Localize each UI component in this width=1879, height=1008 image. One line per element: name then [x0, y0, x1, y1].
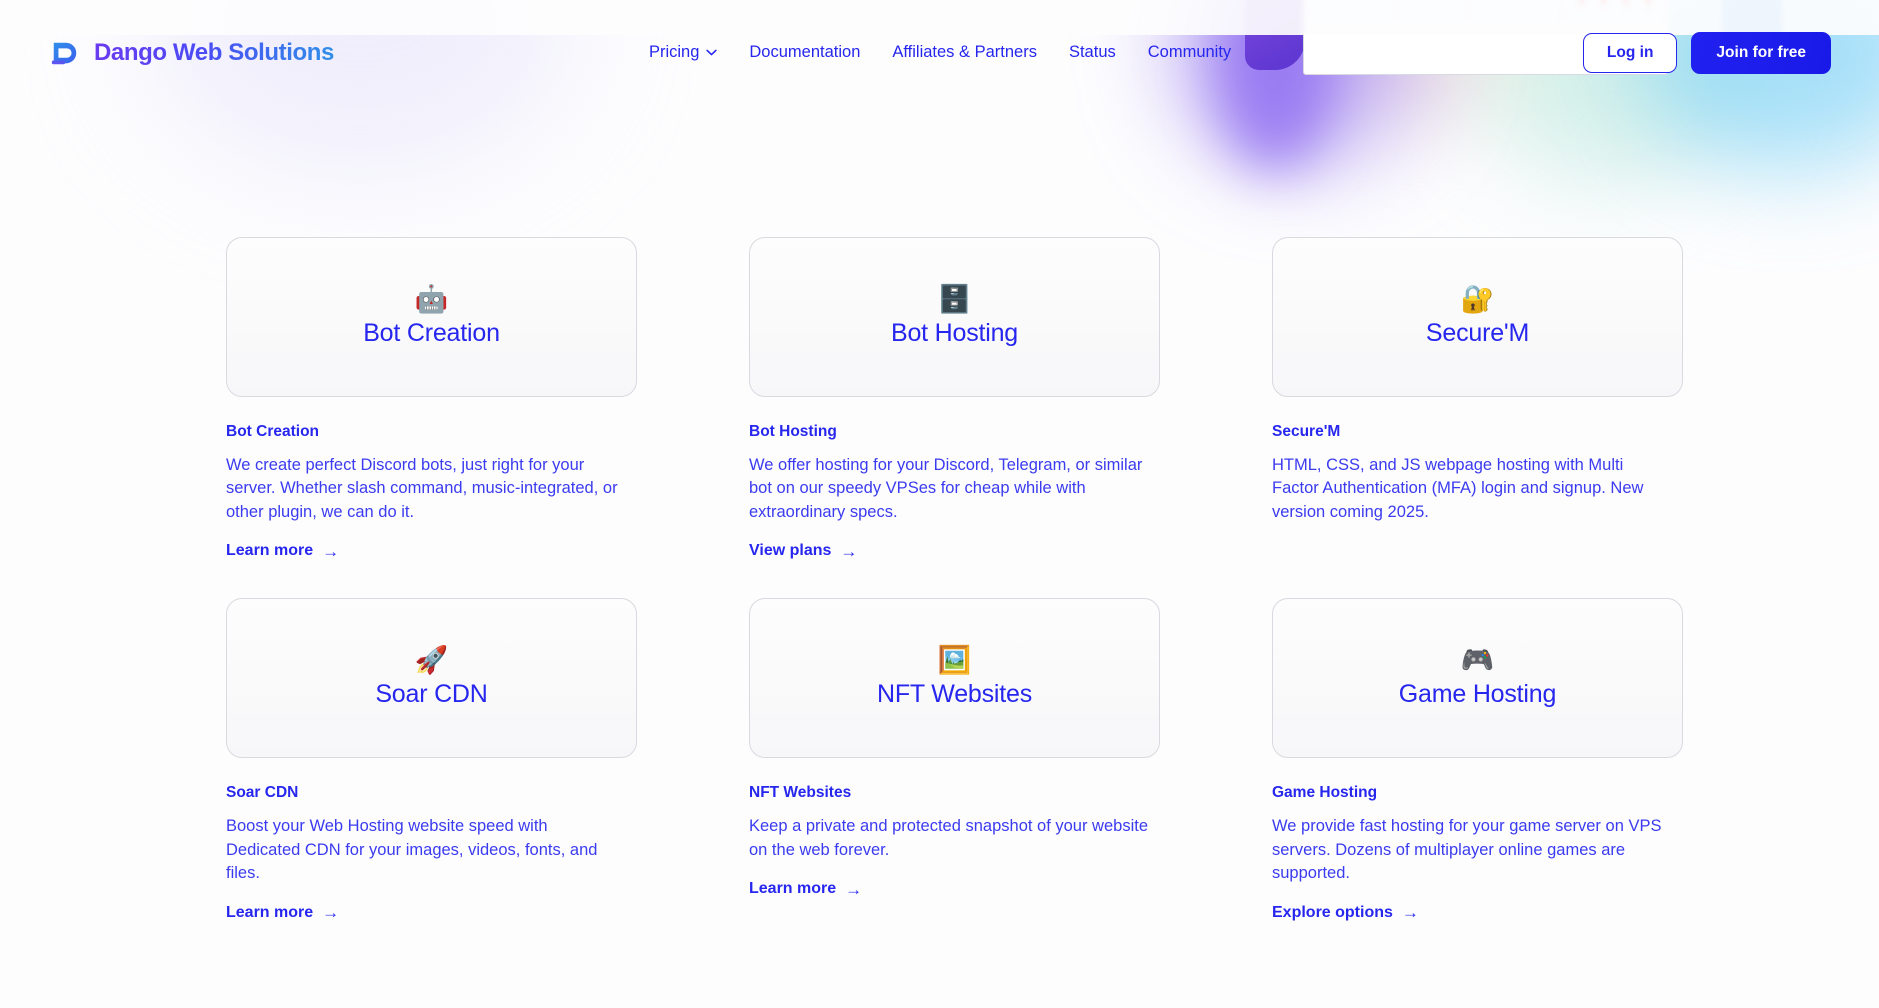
feature-card-nft-websites: 🖼️ NFT Websites NFT Websites Keep a priv…: [749, 598, 1160, 921]
arrow-right-icon: →: [322, 541, 340, 561]
feature-link-label: Learn more: [749, 880, 837, 898]
dango-logo-icon: [51, 42, 77, 64]
feature-label: Soar CDN: [226, 784, 299, 802]
feature-label: Game Hosting: [1272, 784, 1378, 802]
feature-preview[interactable]: 🔐 Secure'M: [1272, 237, 1683, 397]
nav-item-status[interactable]: Status: [1069, 43, 1116, 62]
brand-name: Dango Web Solutions: [94, 38, 334, 66]
nav-item-label: Pricing: [648, 43, 700, 61]
nav-item-documentation[interactable]: Documentation: [749, 43, 860, 62]
feature-preview[interactable]: 🚀 Soar CDN: [226, 598, 637, 759]
brand-logo[interactable]: Dango Web Solutions: [50, 38, 334, 68]
feature-preview[interactable]: 🎮 Game Hosting: [1272, 598, 1683, 759]
feature-card-securem: 🔐 Secure'M Secure'M HTML, CSS, and JS we…: [1272, 237, 1683, 560]
framed-picture-icon: 🖼️: [937, 645, 972, 676]
join-for-free-button[interactable]: Join for free: [1691, 31, 1831, 74]
feature-link-label: Learn more: [226, 903, 314, 921]
feature-description: Keep a private and protected snapshot of…: [749, 817, 1149, 859]
feature-preview-title: Bot Hosting: [890, 319, 1019, 347]
primary-nav: Pricing Documentation Affiliates & Partn…: [649, 43, 1231, 62]
feature-preview-title: Bot Creation: [363, 319, 500, 347]
feature-label: Bot Hosting: [749, 423, 837, 440]
feature-preview[interactable]: 🗄️ Bot Hosting: [749, 237, 1160, 397]
feature-link-label: View plans: [749, 542, 832, 560]
feature-description: HTML, CSS, and JS webpage hosting with M…: [1272, 456, 1644, 521]
nav-item-label: Affiliates & Partners: [892, 43, 1037, 61]
nav-item-affiliates-partners[interactable]: Affiliates & Partners: [892, 43, 1037, 62]
feature-preview-title: Soar CDN: [375, 680, 488, 709]
nav-item-label: Community: [1147, 43, 1232, 61]
feature-description: We offer hosting for your Discord, Teleg…: [749, 456, 1143, 521]
feature-card-game-hosting: 🎮 Game Hosting Game Hosting We provide f…: [1272, 598, 1683, 921]
feature-description: Boost your Web Hosting website speed wit…: [226, 817, 598, 883]
arrow-right-icon: →: [322, 903, 340, 923]
feature-link-label: Learn more: [226, 542, 314, 560]
feature-label: NFT Websites: [749, 784, 852, 802]
header-actions: Log in Join for free: [1582, 31, 1831, 74]
robot-icon: 🤖: [414, 284, 449, 314]
file-cabinet-icon: 🗄️: [937, 284, 972, 314]
feature-link-label: Explore options: [1272, 903, 1393, 921]
video-game-controller-icon: 🎮: [1460, 645, 1495, 676]
arrow-right-icon: →: [840, 541, 858, 561]
nav-item-community[interactable]: Community: [1148, 43, 1231, 62]
feature-description: We create perfect Discord bots, just rig…: [226, 456, 618, 521]
nav-item-pricing[interactable]: Pricing: [648, 43, 718, 62]
arrow-right-icon: →: [845, 879, 863, 899]
feature-link[interactable]: Learn more →: [226, 542, 339, 560]
feature-preview-title: Game Hosting: [1398, 680, 1557, 709]
feature-preview-title: NFT Websites: [876, 680, 1033, 709]
feature-description: We provide fast hosting for your game se…: [1272, 817, 1662, 883]
features-grid: 🤖 Bot Creation Bot Creation We create pe…: [226, 237, 1683, 922]
nav-item-label: Documentation: [749, 43, 861, 61]
feature-link[interactable]: Learn more →: [226, 904, 339, 922]
rocket-icon: 🚀: [414, 645, 449, 676]
site-header: Dango Web Solutions Pricing Documentatio…: [0, 0, 1879, 105]
chevron-down-icon: [706, 49, 718, 56]
arrow-right-icon: →: [1401, 903, 1419, 923]
feature-link[interactable]: Explore options →: [1272, 904, 1419, 922]
feature-card-bot-hosting: 🗄️ Bot Hosting Bot Hosting We offer host…: [749, 237, 1160, 560]
login-button[interactable]: Log in: [1582, 32, 1678, 73]
feature-preview[interactable]: 🖼️ NFT Websites: [749, 598, 1160, 759]
feature-card-soar-cdn: 🚀 Soar CDN Soar CDN Boost your Web Hosti…: [226, 598, 637, 921]
feature-label: Secure'M: [1272, 423, 1341, 440]
feature-preview-title: Secure'M: [1425, 319, 1530, 347]
feature-label: Bot Creation: [226, 423, 319, 440]
feature-link[interactable]: View plans →: [749, 542, 857, 560]
feature-link[interactable]: Learn more →: [749, 880, 862, 898]
feature-preview[interactable]: 🤖 Bot Creation: [226, 237, 637, 397]
nav-item-label: Status: [1068, 43, 1116, 61]
feature-card-bot-creation: 🤖 Bot Creation Bot Creation We create pe…: [226, 237, 637, 560]
locked-with-key-icon: 🔐: [1460, 284, 1495, 314]
page-root: Capital $50 📍 📍 📍 📍 📍 📍 📍 📍: [0, 0, 1879, 1008]
